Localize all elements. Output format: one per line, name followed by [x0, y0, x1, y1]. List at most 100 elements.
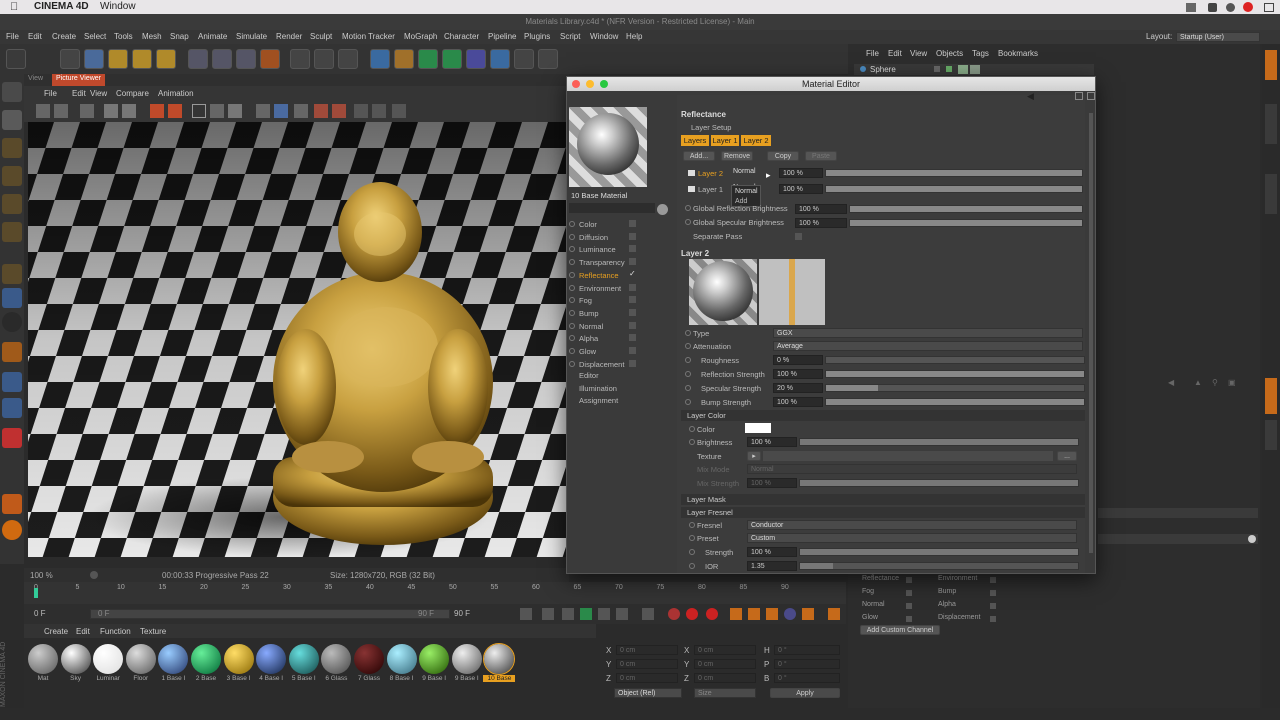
autokey-icon[interactable]: [686, 608, 698, 620]
editor-scrollbar[interactable]: [1089, 113, 1093, 553]
channel-checkbox[interactable]: [629, 258, 636, 266]
channel-alpha[interactable]: Alpha: [567, 332, 677, 344]
channel-diffusion[interactable]: Diffusion: [567, 231, 677, 243]
ior-field[interactable]: 1.35: [747, 561, 797, 571]
back-icon[interactable]: ◀: [1168, 378, 1174, 387]
channel-checkbox[interactable]: [629, 347, 636, 354]
channel-checkbox[interactable]: [629, 232, 636, 240]
material-swatch[interactable]: [125, 644, 156, 674]
apply-button[interactable]: Apply: [770, 688, 840, 698]
channel-radio[interactable]: [569, 233, 575, 240]
material-label[interactable]: 2 Base: [190, 675, 222, 682]
menu-script[interactable]: Script: [560, 32, 580, 41]
material-swatch[interactable]: [60, 644, 91, 674]
structure-tab[interactable]: [1265, 174, 1277, 214]
record-icon[interactable]: [668, 608, 680, 620]
channel-fog[interactable]: Fog: [567, 294, 677, 306]
y-axis-icon[interactable]: [212, 49, 232, 69]
global-spec-slider[interactable]: [849, 219, 1083, 227]
s-icon[interactable]: [2, 520, 22, 540]
menu-snap[interactable]: Snap: [170, 32, 189, 41]
ior-slider[interactable]: [799, 562, 1079, 570]
filter-icon[interactable]: [228, 104, 242, 118]
frame-icon[interactable]: [192, 104, 206, 118]
lock-icon[interactable]: [2, 398, 22, 418]
obj-menu-view[interactable]: View: [910, 49, 927, 58]
channel-radio[interactable]: [569, 309, 575, 316]
nav-back-icon[interactable]: ◀: [1027, 91, 1034, 102]
channel-luminance[interactable]: Luminance: [567, 243, 677, 255]
object-row-sphere[interactable]: Sphere: [854, 64, 1094, 75]
channel-checkbox[interactable]: [629, 321, 636, 329]
material-label[interactable]: Luminar: [92, 675, 124, 682]
channel-b-icon[interactable]: [332, 104, 346, 118]
fresnel-select[interactable]: Conductor: [747, 520, 1077, 530]
render-settings-icon[interactable]: [338, 49, 358, 69]
pos-z[interactable]: 0 cm: [616, 673, 678, 683]
channel-radio[interactable]: [569, 348, 575, 354]
material-swatch[interactable]: [419, 644, 450, 674]
channel-a-icon[interactable]: [314, 104, 328, 118]
pos-y[interactable]: 0 cm: [616, 659, 678, 669]
material-label[interactable]: 7 Glass: [353, 675, 385, 682]
global-refl-radio[interactable]: [685, 204, 691, 216]
property-radio[interactable]: [685, 371, 691, 377]
material-swatch[interactable]: [256, 644, 287, 674]
viewer-menu-file[interactable]: File: [44, 89, 57, 98]
property-radio[interactable]: [685, 385, 691, 391]
tab-view[interactable]: View: [28, 75, 43, 82]
live-select-icon[interactable]: [60, 49, 80, 69]
material-swatch[interactable]: [288, 644, 319, 674]
menu-help[interactable]: Help: [626, 32, 642, 41]
minimize-icon[interactable]: [586, 80, 594, 88]
material-label[interactable]: 9 Base I: [418, 675, 450, 682]
histogram-icon[interactable]: [294, 104, 308, 118]
channel-checkbox[interactable]: [629, 296, 636, 304]
layer-copy-button[interactable]: Copy: [767, 151, 799, 161]
property-radio[interactable]: [685, 357, 691, 363]
tweak-icon[interactable]: [2, 288, 22, 308]
strength-slider[interactable]: [799, 548, 1079, 556]
mix-strength-field[interactable]: 100 %: [747, 478, 797, 488]
deformer-icon[interactable]: [466, 49, 486, 69]
material-swatch[interactable]: [451, 644, 482, 674]
edges-mode-icon[interactable]: [2, 194, 22, 214]
layer-remove-button[interactable]: Remove: [721, 151, 753, 161]
texture-mode-icon[interactable]: [2, 138, 22, 158]
add-custom-channel-button[interactable]: Add Custom Channel: [860, 625, 940, 635]
viewer-menu-edit[interactable]: Edit: [72, 89, 86, 98]
property-radio[interactable]: [685, 330, 691, 336]
up-icon[interactable]: ▲: [1194, 378, 1202, 387]
property-radio[interactable]: [689, 426, 695, 432]
material-preview[interactable]: [569, 107, 647, 187]
attributes-tab[interactable]: [1265, 378, 1277, 414]
mat-menu-edit[interactable]: Edit: [76, 627, 90, 636]
attr-channel-checkbox[interactable]: [990, 603, 996, 609]
size-x[interactable]: 0 cm: [694, 645, 756, 655]
attr-channel-glow[interactable]: Glow: [862, 614, 878, 621]
material-swatch[interactable]: [321, 644, 352, 674]
obj-menu-edit[interactable]: Edit: [888, 49, 902, 58]
menu-simulate[interactable]: Simulate: [236, 32, 267, 41]
end-frame[interactable]: 90 F: [454, 609, 470, 618]
popup-normal[interactable]: Normal: [735, 188, 758, 195]
position-key-icon[interactable]: [730, 608, 742, 620]
attr-channel-checkbox[interactable]: [906, 577, 912, 583]
apple-icon[interactable]: : [10, 1, 18, 13]
material-swatch[interactable]: [191, 644, 221, 674]
size-z[interactable]: 0 cm: [694, 673, 756, 683]
x-axis-icon[interactable]: [188, 49, 208, 69]
coord-mode-select[interactable]: Object (Rel): [614, 688, 682, 698]
attr-channel-checkbox[interactable]: [906, 603, 912, 609]
subdivision-icon[interactable]: [418, 49, 438, 69]
timeline-playhead[interactable]: [34, 588, 38, 598]
render-region-icon[interactable]: [104, 104, 118, 118]
material-swatch[interactable]: [28, 644, 58, 674]
enable-icon[interactable]: [946, 66, 952, 72]
viewer-menu-animation[interactable]: Animation: [158, 89, 194, 98]
editor-menu-icon[interactable]: [1075, 92, 1083, 100]
copy-icon[interactable]: [210, 104, 224, 118]
brightness-field[interactable]: 100 %: [747, 437, 797, 447]
grid-icon[interactable]: [2, 372, 22, 392]
split-icon[interactable]: [168, 104, 182, 118]
